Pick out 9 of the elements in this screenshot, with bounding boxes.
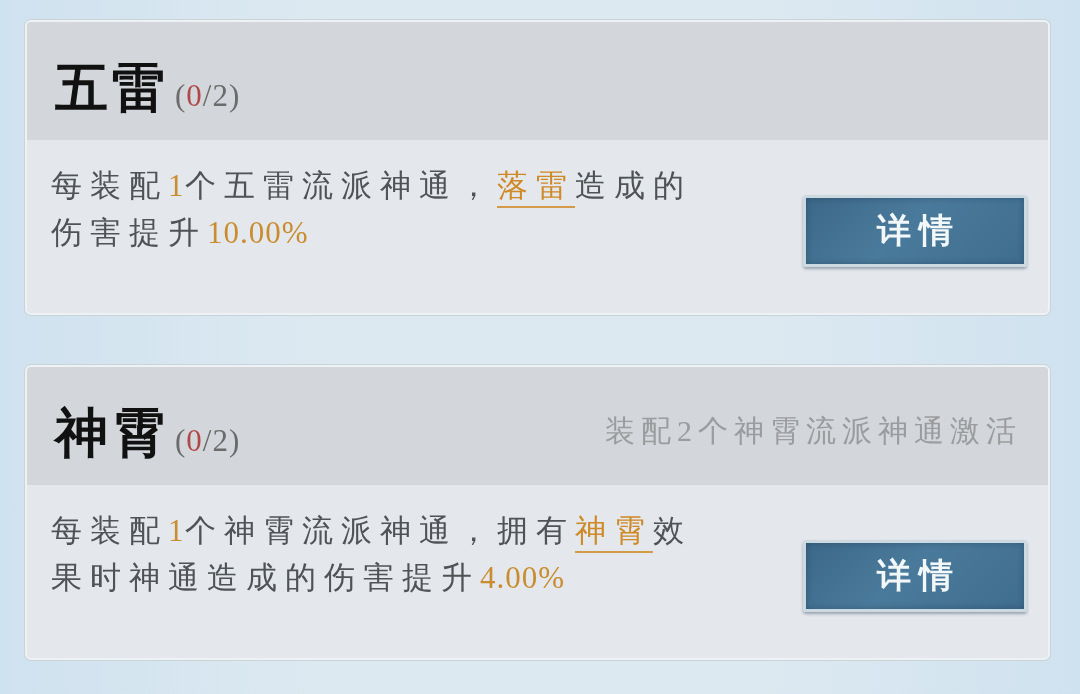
details-button[interactable]: 详情 [803,194,1027,267]
bonus-description: 每装配 1个神霄流派神通，拥有 神霄 效 果时神通造成的伤害提升 4.00% [51,512,693,597]
set-title: 五雷 [55,61,169,115]
details-button[interactable]: 详情 [803,539,1027,612]
set-title: 神霄 [55,406,169,460]
bonus-description: 每装配 1个五雷流派神通，落雷 造成的 伤害提升 10.00% [51,167,693,252]
set-count: (0/2) [175,77,241,114]
activation-hint: 装配2个神霄流派神通激活 [605,412,1022,449]
set-count: (0/2) [175,422,241,459]
